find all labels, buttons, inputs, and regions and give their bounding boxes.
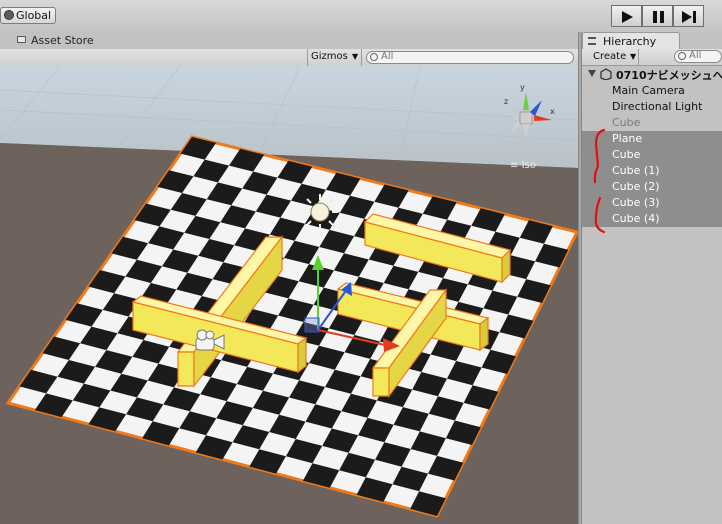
svg-text:x: x xyxy=(550,107,555,116)
search-icon xyxy=(370,53,378,61)
tab-hierarchy[interactable]: Hierarchy xyxy=(582,32,680,49)
expand-triangle-icon[interactable] xyxy=(588,70,596,77)
projection-toggle[interactable]: ≡ Iso xyxy=(510,160,536,171)
scene-canvas: y x z xyxy=(0,66,578,524)
dropdown-arrow-icon: ▼ xyxy=(630,52,637,61)
hierarchy-icon xyxy=(588,37,596,45)
play-icon xyxy=(622,11,633,23)
hierarchy-list: 0710ナビメッシュへ Main Camera Directional Ligh… xyxy=(582,66,722,524)
item-label: Cube xyxy=(612,116,641,129)
list-item[interactable]: Main Camera xyxy=(582,83,722,99)
create-dropdown[interactable]: Create ▼ xyxy=(584,49,639,65)
item-label: Cube (3) xyxy=(612,196,660,209)
step-icon xyxy=(682,11,696,23)
hierarchy-search-placeholder: All xyxy=(689,50,702,61)
item-label: Cube (1) xyxy=(612,164,660,177)
asset-store-label: Asset Store xyxy=(31,34,94,47)
projection-icon: ≡ xyxy=(510,160,522,171)
unity-scene-icon xyxy=(600,68,612,80)
scene-root-item[interactable]: 0710ナビメッシュへ xyxy=(582,66,722,82)
svg-text:y: y xyxy=(520,83,525,92)
global-label: Global xyxy=(16,9,52,22)
item-label: Cube xyxy=(612,148,641,161)
scene-tab-strip: Asset Store xyxy=(0,32,578,49)
scene-toolbar: Gizmos ▼ All xyxy=(0,49,578,67)
projection-label: Iso xyxy=(521,160,536,171)
globe-icon xyxy=(4,10,14,20)
dropdown-arrow-icon: ▼ xyxy=(352,52,359,61)
pause-button[interactable] xyxy=(642,5,673,27)
step-button[interactable] xyxy=(673,5,704,27)
scene-search-placeholder: All xyxy=(381,51,394,62)
asset-store-icon xyxy=(17,36,26,43)
scene-view[interactable]: y x z ≡ Iso xyxy=(0,66,578,524)
main-toolbar: Global xyxy=(0,0,722,33)
hierarchy-toolbar: Create ▼ All xyxy=(582,49,722,66)
item-label: Cube (2) xyxy=(612,180,660,193)
search-icon xyxy=(678,52,686,60)
scene-search-input[interactable]: All xyxy=(366,51,574,64)
hierarchy-tab-strip: Hierarchy xyxy=(582,32,722,49)
scene-name: 0710ナビメッシュへ xyxy=(616,69,722,82)
play-button[interactable] xyxy=(611,5,642,27)
annotation-bracket xyxy=(593,128,606,234)
item-label: Main Camera xyxy=(612,84,685,97)
item-label: Plane xyxy=(612,132,643,145)
gizmos-dropdown[interactable]: Gizmos ▼ xyxy=(307,49,362,66)
item-label: Cube (4) xyxy=(612,212,660,225)
directional-light-icon xyxy=(302,194,338,230)
gizmos-label: Gizmos xyxy=(311,51,348,62)
tab-asset-store[interactable]: Asset Store xyxy=(14,33,104,49)
list-item[interactable]: Directional Light xyxy=(582,99,722,115)
hierarchy-tab-label: Hierarchy xyxy=(603,35,657,48)
pause-icon xyxy=(653,11,664,23)
item-label: Directional Light xyxy=(612,100,703,113)
svg-text:z: z xyxy=(504,97,508,106)
create-label: Create xyxy=(593,51,627,62)
pivot-rotation-toggle[interactable]: Global xyxy=(0,7,56,24)
hierarchy-search-input[interactable]: All xyxy=(674,50,722,63)
